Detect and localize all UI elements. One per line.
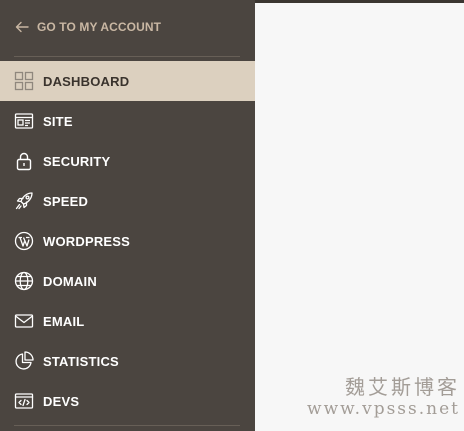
divider-bottom	[14, 425, 240, 426]
envelope-icon	[14, 311, 34, 331]
sidebar-item-label: DOMAIN	[43, 273, 97, 289]
sidebar-item-speed[interactable]: SPEED	[0, 181, 255, 221]
watermark-url: www.vpsss.net	[307, 399, 460, 419]
go-to-my-account-link[interactable]: GO TO MY ACCOUNT	[14, 18, 161, 36]
rocket-icon	[14, 191, 34, 211]
site-window-icon	[14, 111, 34, 131]
sidebar-item-label: SITE	[43, 113, 73, 129]
watermark: 魏艾斯博客 www.vpsss.net	[307, 375, 460, 419]
sidebar-item-label: EMAIL	[43, 313, 85, 329]
sidebar-item-label: STATISTICS	[43, 353, 119, 369]
pie-chart-icon	[14, 351, 34, 371]
sidebar: GO TO MY ACCOUNT DASHBOARD SITE SECURITY…	[0, 0, 255, 431]
sidebar-item-label: WORDPRESS	[43, 233, 131, 249]
sidebar-item-devs[interactable]: DEVS	[0, 381, 255, 421]
sidebar-item-dashboard[interactable]: DASHBOARD	[0, 61, 255, 101]
sidebar-item-label: SPEED	[43, 193, 89, 209]
wordpress-icon	[14, 231, 34, 251]
sidebar-nav: DASHBOARD SITE SECURITY SPEED WORDPRESS …	[0, 61, 255, 421]
sidebar-item-label: DEVS	[43, 393, 80, 409]
sidebar-item-statistics[interactable]: STATISTICS	[0, 341, 255, 381]
go-to-my-account-label: GO TO MY ACCOUNT	[37, 20, 162, 34]
sidebar-item-email[interactable]: EMAIL	[0, 301, 255, 341]
sidebar-item-label: SECURITY	[43, 153, 111, 169]
watermark-title: 魏艾斯博客	[345, 375, 460, 399]
lock-icon	[14, 151, 34, 171]
code-window-icon	[14, 391, 34, 411]
sidebar-item-site[interactable]: SITE	[0, 101, 255, 141]
sidebar-item-label: DASHBOARD	[43, 73, 130, 89]
divider-top	[14, 56, 240, 57]
dashboard-grid-icon	[14, 71, 34, 91]
arrow-left-icon	[15, 21, 29, 33]
sidebar-item-domain[interactable]: DOMAIN	[0, 261, 255, 301]
sidebar-item-wordpress[interactable]: WORDPRESS	[0, 221, 255, 261]
globe-icon	[14, 271, 34, 291]
sidebar-item-security[interactable]: SECURITY	[0, 141, 255, 181]
